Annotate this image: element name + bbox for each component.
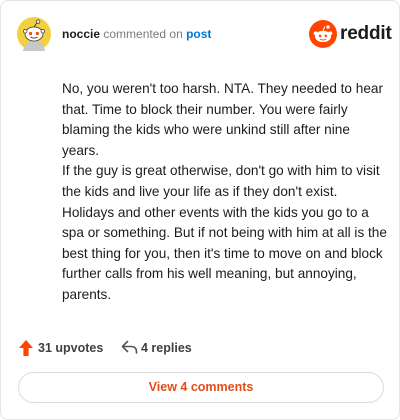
upvote-button[interactable]: 31 upvotes	[18, 337, 108, 359]
reddit-logo-icon	[309, 20, 337, 48]
comment-paragraph: No, you weren't too harsh. NTA. They nee…	[62, 81, 383, 158]
snoo-avatar-icon	[17, 17, 51, 51]
comment-body: No, you weren't too harsh. NTA. They nee…	[62, 79, 388, 306]
replies-button[interactable]: 4 replies	[121, 337, 211, 359]
post-link[interactable]: post	[186, 27, 211, 41]
upvote-count: 31 upvotes	[38, 341, 104, 355]
avatar[interactable]	[17, 17, 51, 51]
comment-card: noccie commented on post reddit No, you …	[0, 0, 400, 420]
comment-paragraph: If the guy is great otherwise, don't go …	[62, 163, 387, 302]
action-text: commented on	[103, 27, 183, 41]
reddit-brand[interactable]: reddit	[309, 20, 392, 48]
comment-actions: 31 upvotes 4 replies	[18, 337, 378, 359]
reddit-wordmark: reddit	[340, 23, 392, 44]
username-link[interactable]: noccie	[62, 27, 100, 41]
view-comments-button[interactable]: View 4 comments	[18, 372, 384, 403]
upvote-arrow-icon	[19, 340, 33, 356]
comment-header: noccie commented on post reddit	[1, 1, 399, 69]
comment-meta: noccie commented on post	[62, 27, 211, 41]
replies-count: 4 replies	[141, 341, 192, 355]
reply-arrow-icon	[121, 340, 138, 354]
